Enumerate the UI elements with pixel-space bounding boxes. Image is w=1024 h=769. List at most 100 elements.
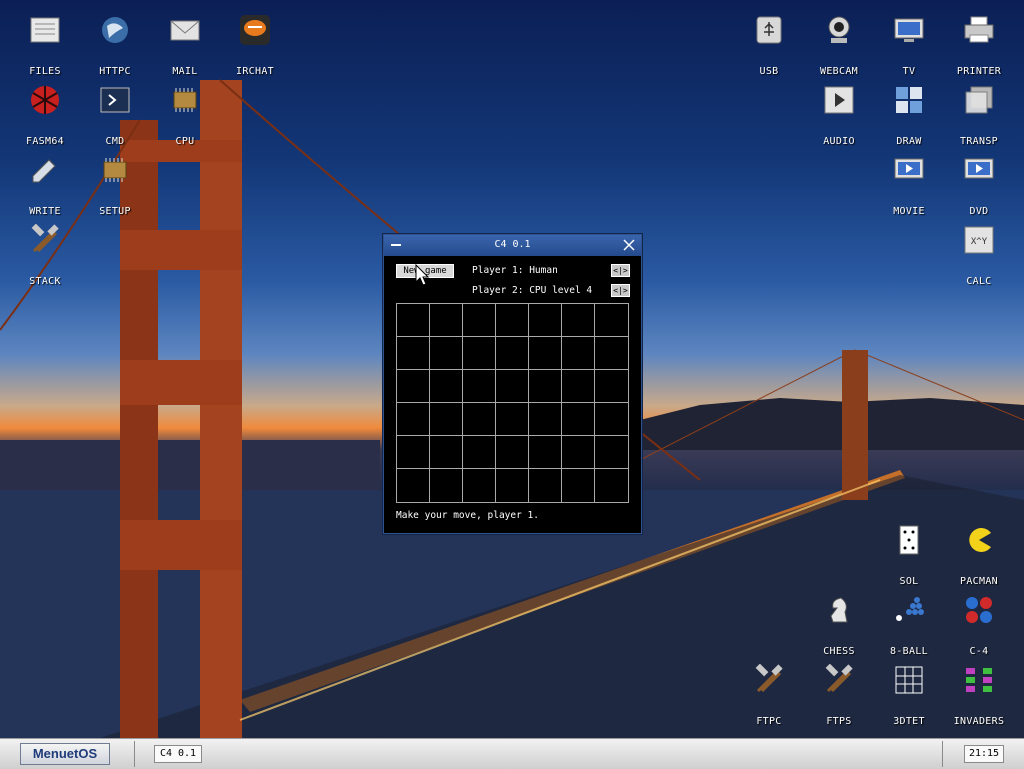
- board-cell[interactable]: [397, 304, 430, 337]
- httpc-icon: [102, 17, 128, 43]
- board-cell[interactable]: [496, 436, 529, 469]
- board-cell[interactable]: [529, 370, 562, 403]
- board-cell[interactable]: [595, 370, 628, 403]
- board-cell[interactable]: [463, 304, 496, 337]
- board-cell[interactable]: [496, 403, 529, 436]
- board-cell[interactable]: [430, 469, 463, 502]
- board-cell[interactable]: [463, 370, 496, 403]
- desktop-icon-tv[interactable]: TV: [874, 10, 944, 80]
- player1-selector-arrows[interactable]: <|>: [611, 264, 630, 277]
- board-cell[interactable]: [595, 337, 628, 370]
- board-cell[interactable]: [430, 370, 463, 403]
- desktop-icon-write[interactable]: WRITE: [10, 150, 80, 220]
- desktop-icon-webcam[interactable]: WEBCAM: [804, 10, 874, 80]
- fasm64-icon: [31, 86, 59, 114]
- board-cell[interactable]: [562, 469, 595, 502]
- board-cell[interactable]: [562, 304, 595, 337]
- board-cell[interactable]: [397, 436, 430, 469]
- desktop-icon-3dtet[interactable]: 3DTET: [874, 660, 944, 730]
- board-cell[interactable]: [562, 436, 595, 469]
- desktop-icon-irchat[interactable]: IRCHAT: [220, 10, 290, 80]
- desktop: FILES HTTPC MAIL IRCHAT FASM64 CMD CPU W…: [0, 0, 1024, 738]
- desktop-icon-dvd[interactable]: DVD: [944, 150, 1014, 220]
- board-cell[interactable]: [430, 304, 463, 337]
- desktop-icon-movie[interactable]: MOVIE: [874, 150, 944, 220]
- board-cell[interactable]: [430, 436, 463, 469]
- board-cell[interactable]: [496, 304, 529, 337]
- desktop-icon-label: TRANSP: [960, 136, 998, 147]
- board-cell[interactable]: [397, 370, 430, 403]
- start-menu-button[interactable]: MenuetOS: [20, 743, 110, 765]
- taskbar-item-c4[interactable]: C4 0.1: [154, 745, 202, 763]
- board-cell[interactable]: [562, 337, 595, 370]
- board-cell[interactable]: [463, 469, 496, 502]
- board-cell[interactable]: [397, 337, 430, 370]
- board-cell[interactable]: [430, 337, 463, 370]
- transp-icon: [965, 86, 993, 114]
- board-cell[interactable]: [463, 436, 496, 469]
- desktop-icon-cmd[interactable]: CMD: [80, 80, 150, 150]
- sol-icon: [899, 525, 919, 555]
- desktop-icon-invaders[interactable]: INVADERS: [944, 660, 1014, 730]
- desktop-icon-label: TV: [902, 66, 916, 77]
- desktop-icon-label: CMD: [105, 136, 125, 147]
- board-cell[interactable]: [562, 403, 595, 436]
- clock: 21:15: [964, 745, 1004, 763]
- taskbar-divider: [942, 741, 943, 767]
- setup-icon: [103, 158, 127, 182]
- desktop-icon-setup[interactable]: SETUP: [80, 150, 150, 220]
- taskbar-divider: [134, 741, 135, 767]
- board-cell[interactable]: [496, 370, 529, 403]
- cmd-icon: [100, 87, 130, 113]
- board-cell[interactable]: [397, 403, 430, 436]
- desktop-icon-stack[interactable]: STACK: [10, 220, 80, 290]
- board-cell[interactable]: [430, 403, 463, 436]
- movie-icon: [894, 158, 924, 179]
- desktop-icon-sol[interactable]: SOL: [874, 520, 944, 590]
- desktop-icon-pacman[interactable]: PACMAN: [944, 520, 1014, 590]
- board-cell[interactable]: [529, 337, 562, 370]
- window-titlebar[interactable]: C4 0.1: [384, 235, 641, 256]
- game-board[interactable]: [396, 303, 629, 503]
- desktop-icon-fasm64[interactable]: FASM64: [10, 80, 80, 150]
- player2-selector-arrows[interactable]: <|>: [611, 284, 630, 297]
- board-cell[interactable]: [529, 469, 562, 502]
- board-cell[interactable]: [595, 403, 628, 436]
- desktop-icon-ftps[interactable]: FTPS: [804, 660, 874, 730]
- board-cell[interactable]: [463, 337, 496, 370]
- desktop-icon-label: DVD: [969, 206, 989, 217]
- desktop-icon-label: INVADERS: [953, 716, 1005, 727]
- desktop-icon-transp[interactable]: TRANSP: [944, 80, 1014, 150]
- desktop-icon-ftpc[interactable]: FTPC: [734, 660, 804, 730]
- board-cell[interactable]: [529, 436, 562, 469]
- board-cell[interactable]: [595, 469, 628, 502]
- desktop-icon-chess[interactable]: CHESS: [804, 590, 874, 660]
- board-cell[interactable]: [562, 370, 595, 403]
- desktop-icon-c4[interactable]: C-4: [944, 590, 1014, 660]
- close-icon[interactable]: [622, 238, 636, 252]
- desktop-icon-label: AUDIO: [823, 136, 855, 147]
- desktop-icon-audio[interactable]: AUDIO: [804, 80, 874, 150]
- desktop-icon-draw[interactable]: DRAW: [874, 80, 944, 150]
- board-cell[interactable]: [496, 469, 529, 502]
- desktop-icon-files[interactable]: FILES: [10, 10, 80, 80]
- desktop-icon-8ball[interactable]: 8-BALL: [874, 590, 944, 660]
- desktop-icon-httpc[interactable]: HTTPC: [80, 10, 150, 80]
- stack-icon: [31, 224, 59, 253]
- board-cell[interactable]: [496, 337, 529, 370]
- desktop-icon-printer[interactable]: PRINTER: [944, 10, 1014, 80]
- board-cell[interactable]: [529, 403, 562, 436]
- desktop-icon-usb[interactable]: USB: [734, 10, 804, 80]
- desktop-icon-calc[interactable]: X^Y CALC: [944, 220, 1014, 290]
- desktop-icon-label: DRAW: [896, 136, 922, 147]
- board-cell[interactable]: [529, 304, 562, 337]
- board-cell[interactable]: [463, 403, 496, 436]
- board-cell[interactable]: [595, 304, 628, 337]
- board-cell[interactable]: [397, 469, 430, 502]
- desktop-icon-label: WEBCAM: [820, 66, 858, 77]
- desktop-icon-mail[interactable]: MAIL: [150, 10, 220, 80]
- board-cell[interactable]: [595, 436, 628, 469]
- desktop-icon-label: FTPS: [826, 716, 852, 727]
- desktop-icon-label: HTTPC: [99, 66, 131, 77]
- desktop-icon-cpu[interactable]: CPU: [150, 80, 220, 150]
